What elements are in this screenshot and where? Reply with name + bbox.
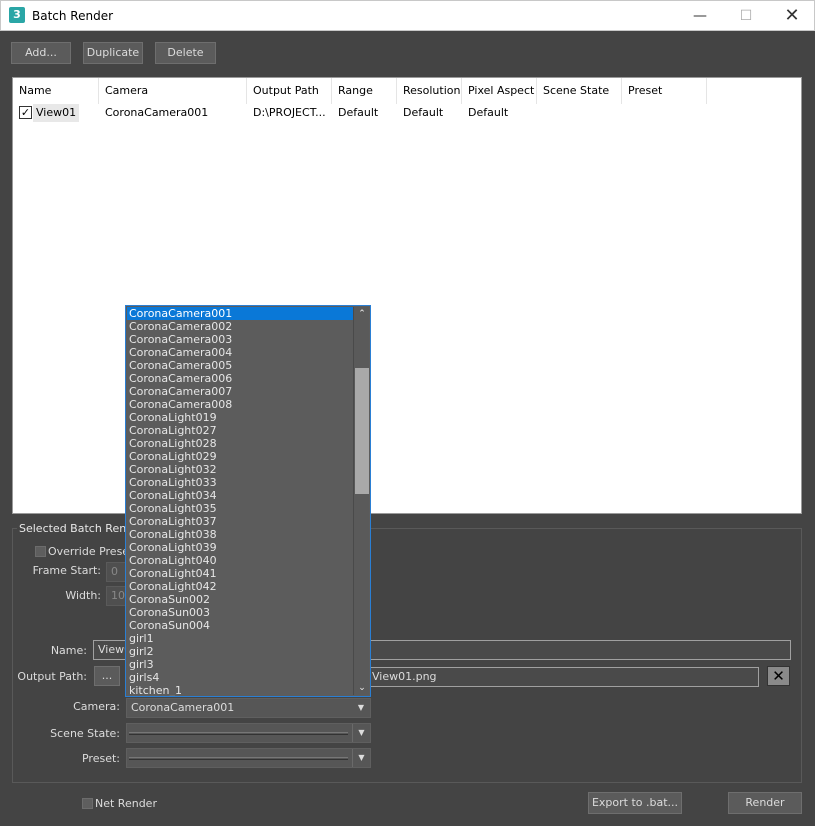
column-header-preset[interactable]: Preset — [622, 78, 707, 104]
enable-checkbox[interactable]: ✓ — [19, 106, 32, 119]
dropdown-item[interactable]: kitchen_1 — [127, 684, 354, 696]
table-row[interactable]: ✓ View01 CoronaCamera001 D:\PROJECT... D… — [13, 104, 801, 122]
close-button[interactable]: ✕ — [769, 1, 815, 31]
dropdown-item[interactable]: CoronaLight041 — [127, 567, 354, 580]
dropdown-item[interactable]: CoronaLight029 — [127, 450, 354, 463]
camera-select[interactable]: CoronaCamera001 ▼ — [126, 698, 371, 718]
scene-state-select[interactable]: ▼ — [126, 723, 371, 743]
dropdown-item[interactable]: CoronaCamera006 — [127, 372, 354, 385]
render-button[interactable]: Render — [728, 792, 802, 814]
duplicate-button[interactable]: Duplicate — [83, 42, 143, 64]
preset-track — [129, 757, 348, 760]
frame-start-label: Frame Start: — [32, 564, 101, 577]
minimize-button[interactable]: — — [677, 1, 723, 31]
chevron-down-icon: ▼ — [352, 724, 370, 742]
add-button[interactable]: Add... — [11, 42, 71, 64]
camera-dropdown-list[interactable]: CoronaCamera001 CoronaCamera002 CoronaCame… — [125, 305, 371, 697]
scroll-thumb[interactable] — [355, 367, 369, 494]
override-preset-label: Override Preset — [48, 545, 134, 558]
dropdown-item[interactable]: CoronaLight040 — [127, 554, 354, 567]
dropdown-item[interactable]: CoronaLight042 — [127, 580, 354, 593]
dropdown-item[interactable]: CoronaSun002 — [127, 593, 354, 606]
override-preset-checkbox[interactable] — [35, 546, 46, 557]
scene-state-track — [129, 732, 348, 735]
export-bat-button[interactable]: Export to .bat... — [588, 792, 682, 814]
dropdown-item[interactable]: CoronaSun003 — [127, 606, 354, 619]
column-header-camera[interactable]: Camera — [99, 78, 247, 104]
title-bar: 3 Batch Render — ☐ ✕ — [0, 0, 815, 31]
dropdown-item[interactable]: CoronaCamera003 — [127, 333, 354, 346]
camera-select-value: CoronaCamera001 — [131, 701, 235, 714]
row-camera: CoronaCamera001 — [105, 106, 209, 119]
dropdown-item[interactable]: CoronaLight028 — [127, 437, 354, 450]
window-title: Batch Render — [32, 9, 114, 23]
delete-button[interactable]: Delete — [155, 42, 216, 64]
dropdown-item[interactable]: CoronaCamera004 — [127, 346, 354, 359]
dropdown-item[interactable]: CoronaLight037 — [127, 515, 354, 528]
name-label: Name: — [50, 644, 87, 657]
dropdown-item[interactable]: CoronaCamera002 — [127, 320, 354, 333]
dropdown-item[interactable]: CoronaLight038 — [127, 528, 354, 541]
dropdown-item[interactable]: CoronaLight034 — [127, 489, 354, 502]
dropdown-item[interactable]: CoronaLight032 — [127, 463, 354, 476]
column-header-range[interactable]: Range — [332, 78, 397, 104]
column-header-output-path[interactable]: Output Path — [247, 78, 332, 104]
column-header-resolution[interactable]: Resolution — [397, 78, 462, 104]
dropdown-item[interactable]: CoronaCamera001 — [127, 307, 354, 320]
maximize-button[interactable]: ☐ — [723, 1, 769, 31]
width-label: Width: — [65, 589, 101, 602]
dropdown-item[interactable]: CoronaLight039 — [127, 541, 354, 554]
row-pixel-aspect: Default — [468, 106, 509, 119]
scroll-down-icon[interactable]: ⌄ — [354, 681, 370, 695]
dropdown-item[interactable]: girl1 — [127, 632, 354, 645]
column-header-scene-state[interactable]: Scene State — [537, 78, 622, 104]
output-path-label: Output Path: — [17, 670, 87, 683]
browse-button[interactable]: ... — [94, 666, 120, 686]
clear-output-icon[interactable]: ✕ — [767, 666, 790, 686]
dropdown-item[interactable]: CoronaSun004 — [127, 619, 354, 632]
dropdown-item[interactable]: CoronaLight027 — [127, 424, 354, 437]
camera-label: Camera: — [73, 700, 120, 713]
dropdown-item[interactable]: girl3 — [127, 658, 354, 671]
row-name: View01 — [33, 104, 80, 122]
dropdown-item[interactable]: CoronaLight019 — [127, 411, 354, 424]
net-render-checkbox[interactable] — [82, 798, 93, 809]
column-header-pixel-aspect[interactable]: Pixel Aspect — [462, 78, 537, 104]
scene-state-label: Scene State: — [50, 727, 120, 740]
row-resolution: Default — [403, 106, 444, 119]
dropdown-item[interactable]: CoronaLight035 — [127, 502, 354, 515]
preset-select[interactable]: ▼ — [126, 748, 371, 768]
net-render-label: Net Render — [95, 797, 157, 810]
dropdown-item[interactable]: girl2 — [127, 645, 354, 658]
scroll-up-icon[interactable]: ⌃ — [354, 307, 370, 321]
row-output-path: D:\PROJECT... — [253, 106, 326, 119]
chevron-down-icon: ▼ — [352, 749, 370, 767]
preset-label: Preset: — [81, 752, 120, 765]
row-range: Default — [338, 106, 379, 119]
chevron-down-icon: ▼ — [357, 703, 365, 712]
dropdown-item[interactable]: girls4 — [127, 671, 354, 684]
dropdown-scrollbar[interactable]: ⌃ ⌄ — [353, 307, 369, 695]
app-icon: 3 — [9, 7, 25, 23]
dropdown-item[interactable]: CoronaCamera007 — [127, 385, 354, 398]
dropdown-item[interactable]: CoronaLight033 — [127, 476, 354, 489]
dropdown-item[interactable]: CoronaCamera005 — [127, 359, 354, 372]
dropdown-item[interactable]: CoronaCamera008 — [127, 398, 354, 411]
column-header-name[interactable]: Name — [13, 78, 99, 104]
